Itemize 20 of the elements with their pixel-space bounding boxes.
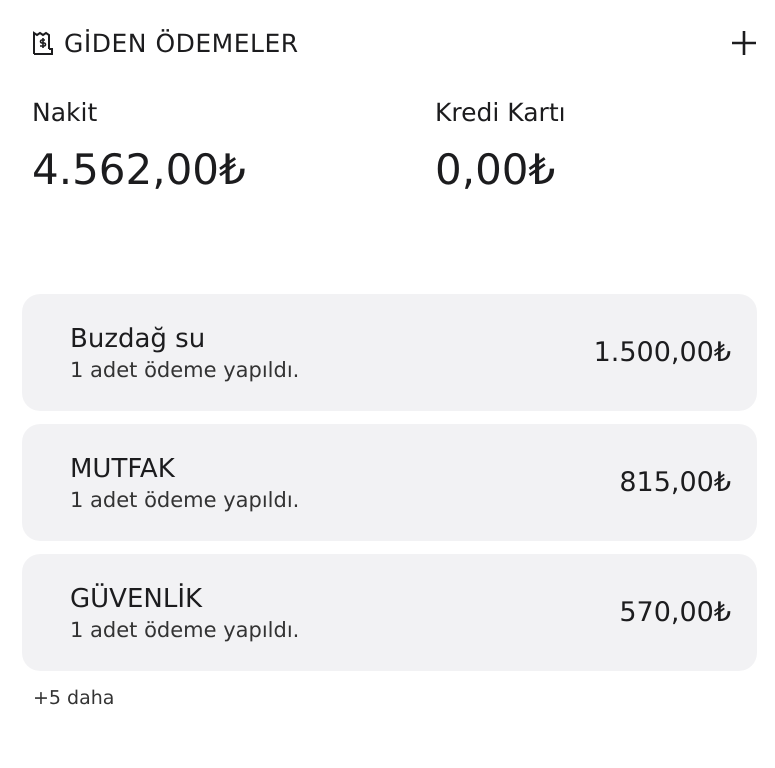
payment-card[interactable]: GÜVENLİK 1 adet ödeme yapıldı. 570,00₺ [22, 554, 757, 671]
payment-name: GÜVENLİK [70, 584, 204, 614]
payment-detail: 1 adet ödeme yapıldı. [70, 618, 300, 642]
payment-detail: 1 adet ödeme yapıldı. [70, 358, 300, 382]
payment-detail: 1 adet ödeme yapıldı. [70, 488, 300, 512]
section-title: GİDEN ÖDEMELER [64, 28, 299, 58]
payment-name: Buzdağ su [70, 324, 206, 354]
total-amount: 0,00₺ [435, 145, 556, 194]
receipt-icon [32, 30, 54, 56]
payment-card[interactable]: MUTFAK 1 adet ödeme yapıldı. 815,00₺ [22, 424, 757, 541]
more-link[interactable]: +5 daha [33, 687, 757, 709]
total-label: Kredi Kartı [435, 98, 567, 127]
add-icon[interactable] [731, 30, 757, 56]
payment-amount: 815,00₺ [619, 467, 731, 498]
payment-amount: 570,00₺ [619, 597, 731, 628]
payment-card[interactable]: Buzdağ su 1 adet ödeme yapıldı. 1.500,00₺ [22, 294, 757, 411]
payment-name: MUTFAK [70, 454, 176, 484]
total-label: Nakit [32, 98, 98, 127]
total-amount: 4.562,00₺ [32, 145, 247, 194]
payment-amount: 1.500,00₺ [594, 337, 731, 368]
